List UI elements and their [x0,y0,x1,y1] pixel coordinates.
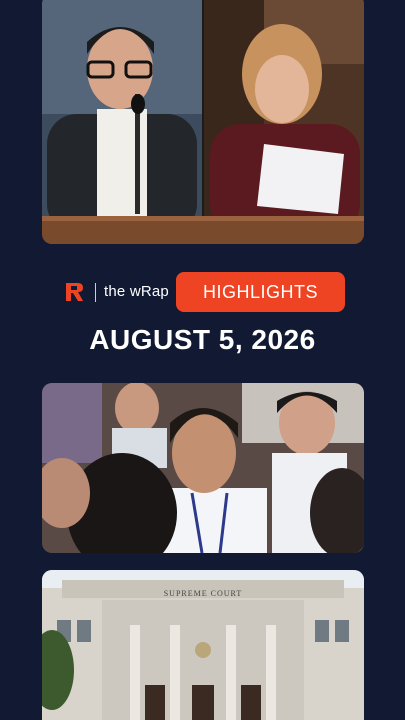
rappler-logo-icon [66,283,83,301]
video-frame: the wRap HIGHLIGHTS AUGUST 5, 2026 SUPRE… [0,0,405,720]
supreme-court-photo: SUPREME COURT [42,570,364,720]
brand-bar: the wRap HIGHLIGHTS [0,272,405,312]
episode-date: AUGUST 5, 2026 [89,324,316,355]
show-name: the wRap [104,283,169,300]
highlights-badge: HIGHLIGHTS [176,272,345,312]
crowd-photo [42,383,364,553]
senate-hearing-photo [42,0,364,244]
brand-divider [95,283,96,302]
svg-text:SUPREME COURT: SUPREME COURT [164,589,243,598]
